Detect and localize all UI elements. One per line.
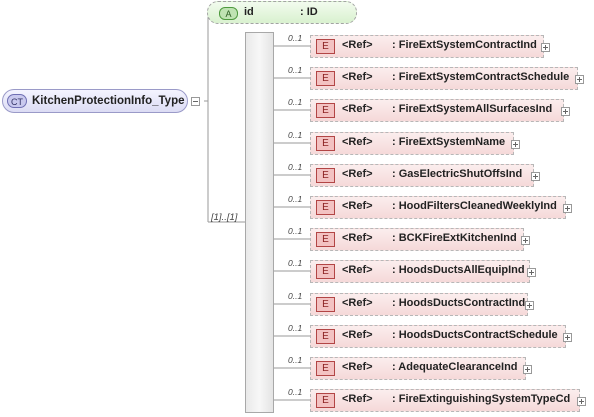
expand-toggle-icon[interactable] [541,43,550,52]
element-ref-label: <Ref> [342,103,373,115]
element-name: : FireExtSystemContractInd [392,39,537,51]
element-ref-label: <Ref> [342,39,373,51]
element-cardinality: 0..1 [288,387,303,397]
element-ref-label: <Ref> [342,200,373,212]
expand-toggle-icon[interactable] [563,333,572,342]
element-cardinality: 0..1 [288,323,303,333]
complex-type-name: KitchenProtectionInfo_Type [32,95,185,107]
element-ref-label: <Ref> [342,136,373,148]
element-name: : HoodFiltersCleanedWeeklyInd [392,200,557,212]
element-name: : BCKFireExtKitchenInd [392,232,517,244]
element-cardinality: 0..1 [288,355,303,365]
element-ref-label: <Ref> [342,264,373,276]
collapse-toggle-icon[interactable] [191,97,200,106]
element-ref-label: <Ref> [342,393,373,405]
element-name: : HoodsDuctsContractSchedule [392,329,558,341]
element-cardinality: 0..1 [288,291,303,301]
attribute-name: id [244,6,254,18]
element-cardinality: 0..1 [288,97,303,107]
element-cardinality: 0..1 [288,194,303,204]
element-ref-label: <Ref> [342,329,373,341]
element-badge: E [316,232,335,247]
expand-toggle-icon[interactable] [511,140,520,149]
element-name: : GasElectricShutOffsInd [392,168,523,180]
element-badge: E [316,200,335,215]
sequence-compositor[interactable] [245,32,274,413]
element-ref-label: <Ref> [342,71,373,83]
expand-toggle-icon[interactable] [561,107,570,116]
element-name: : FireExtinguishingSystemTypeCd [392,393,571,405]
expand-toggle-icon[interactable] [575,75,584,84]
complex-type-badge: CT [7,94,27,108]
sequence-cardinality: [1]..[1] [211,212,238,223]
element-badge: E [316,297,335,312]
element-cardinality: 0..1 [288,258,303,268]
element-badge: E [316,71,335,86]
element-name: : FireExtSystemName [392,136,506,148]
element-ref-label: <Ref> [342,168,373,180]
element-badge: E [316,39,335,54]
attribute-badge: A [219,7,238,20]
element-badge: E [316,393,335,408]
element-name: : FireExtSystemAllSurfacesInd [392,103,553,115]
element-name: : HoodsDuctsContractInd [392,297,526,309]
expand-toggle-icon[interactable] [523,365,532,374]
expand-toggle-icon[interactable] [563,204,572,213]
expand-toggle-icon[interactable] [521,236,530,245]
element-badge: E [316,136,335,151]
expand-toggle-icon[interactable] [531,172,540,181]
attribute-type: : ID [300,6,318,18]
element-cardinality: 0..1 [288,130,303,140]
element-ref-label: <Ref> [342,297,373,309]
element-cardinality: 0..1 [288,65,303,75]
element-badge: E [316,329,335,344]
element-name: : AdequateClearanceInd [392,361,518,373]
expand-toggle-icon[interactable] [527,268,536,277]
element-ref-label: <Ref> [342,361,373,373]
element-name: : FireExtSystemContractSchedule [392,71,570,83]
element-ref-label: <Ref> [342,232,373,244]
element-cardinality: 0..1 [288,33,303,43]
element-name: : HoodsDuctsAllEquipInd [392,264,525,276]
element-badge: E [316,103,335,118]
element-badge: E [316,168,335,183]
expand-toggle-icon[interactable] [525,301,534,310]
element-badge: E [316,264,335,279]
element-badge: E [316,361,335,376]
element-cardinality: 0..1 [288,162,303,172]
expand-toggle-icon[interactable] [577,397,586,406]
element-cardinality: 0..1 [288,226,303,236]
